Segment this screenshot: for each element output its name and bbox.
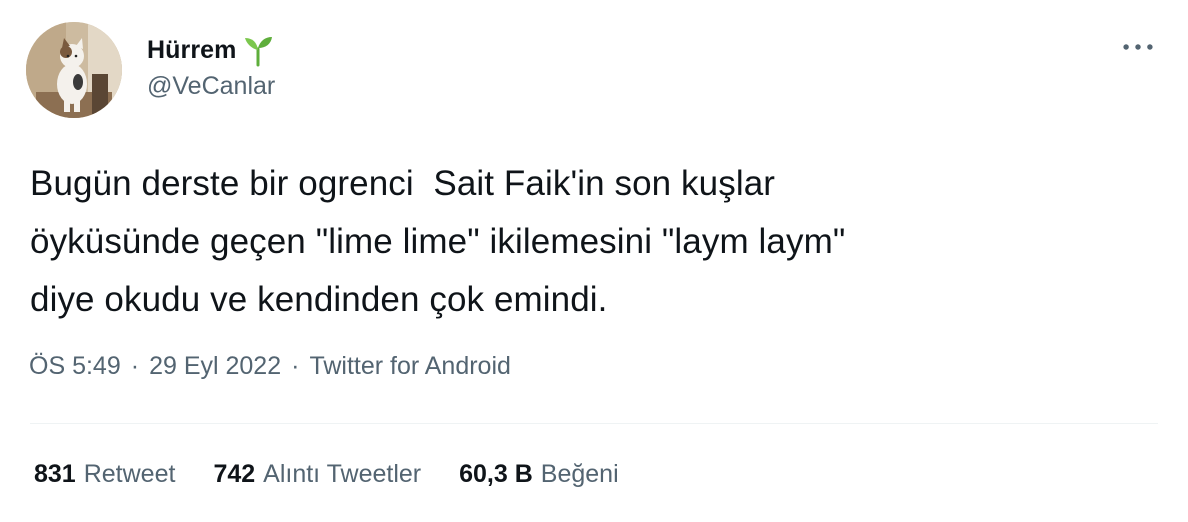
tweet-source[interactable]: Twitter for Android	[309, 352, 510, 381]
tweet-card: Hürrem @VeCanlar Bugün derste bir ogrenc…	[0, 0, 1188, 522]
quote-count-link[interactable]: 742 Alıntı Tweetler	[213, 460, 421, 489]
author-display-name[interactable]: Hürrem	[147, 36, 237, 65]
retweet-count: 831	[34, 460, 76, 488]
quote-count: 742	[213, 460, 256, 488]
like-count: 60,3 B	[459, 460, 533, 488]
tweet-meta: ÖS 5:49 · 29 Eyl 2022 · Twitter for Andr…	[29, 352, 511, 381]
more-options-button[interactable]	[1118, 34, 1158, 60]
tweet-stats: 831 Retweet 742 Alıntı Tweetler 60,3 B B…	[34, 460, 657, 489]
cat-avatar-image	[26, 22, 122, 118]
meta-separator: ·	[291, 352, 300, 380]
tweet-time[interactable]: ÖS 5:49	[29, 352, 121, 381]
retweet-label: Retweet	[83, 460, 176, 488]
sprout-icon	[241, 33, 275, 67]
divider	[30, 423, 1158, 424]
like-count-link[interactable]: 60,3 B Beğeni	[459, 460, 619, 489]
author-handle[interactable]: @VeCanlar	[147, 72, 275, 101]
more-dots-icon	[1123, 44, 1153, 50]
meta-separator: ·	[130, 352, 140, 380]
like-label: Beğeni	[540, 460, 619, 488]
author-name-row: Hürrem	[147, 30, 275, 70]
quote-label: Alıntı Tweetler	[263, 460, 422, 488]
avatar[interactable]	[26, 22, 122, 118]
retweet-count-link[interactable]: 831 Retweet	[34, 460, 175, 489]
tweet-date[interactable]: 29 Eyl 2022	[149, 352, 281, 381]
tweet-text: Bugün derste bir ogrenci Sait Faik'in so…	[30, 164, 846, 319]
